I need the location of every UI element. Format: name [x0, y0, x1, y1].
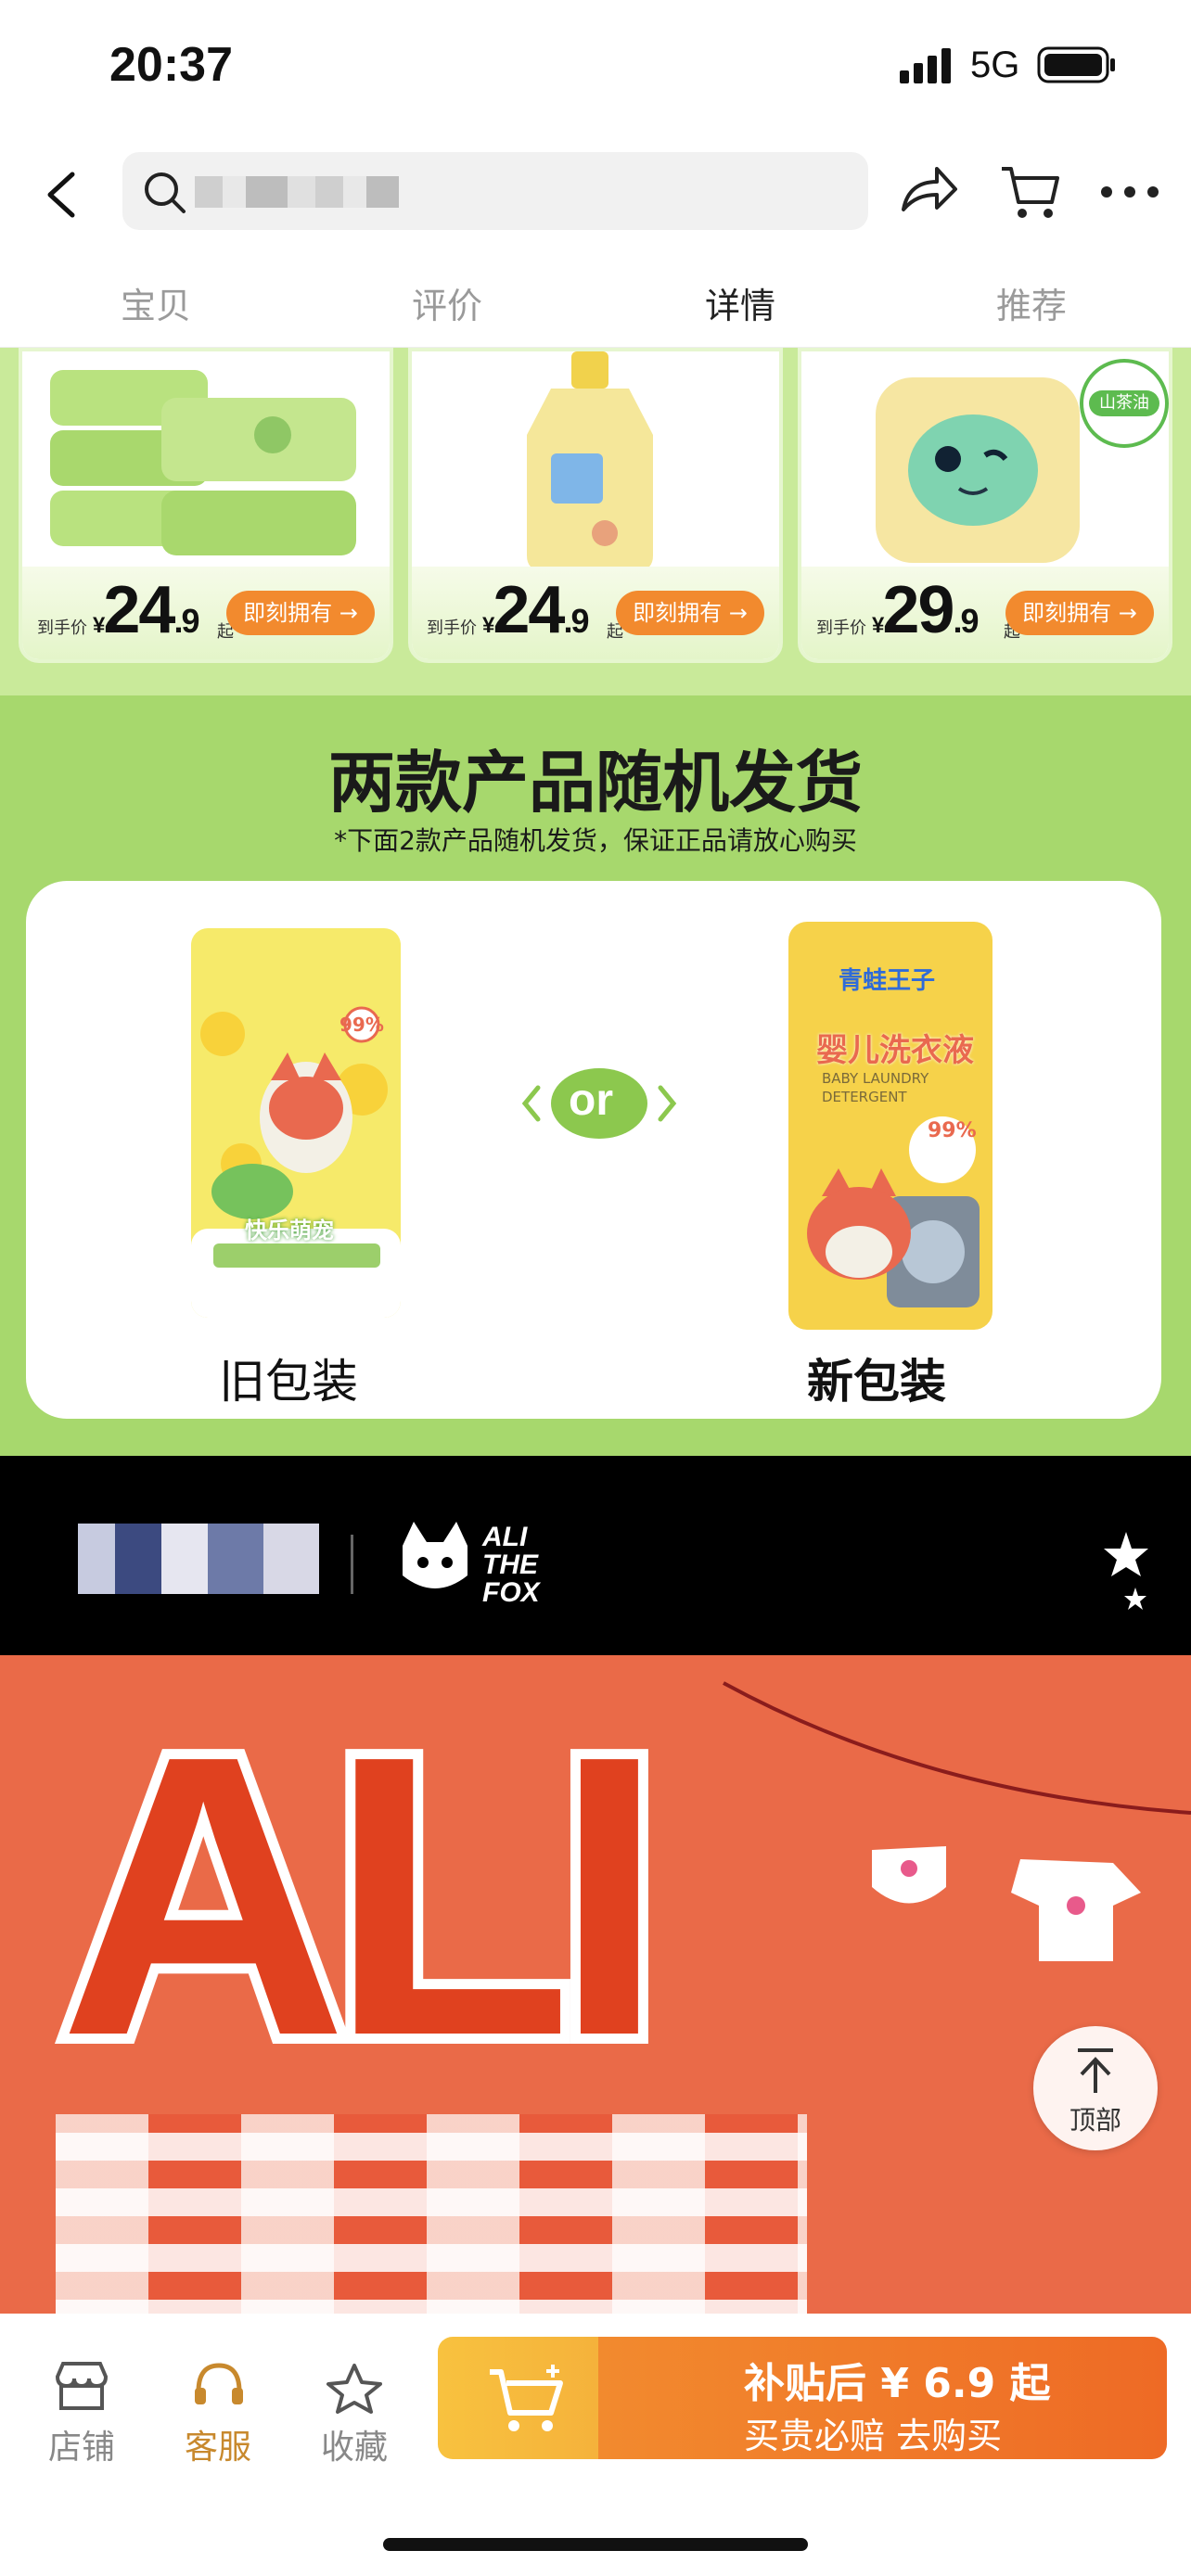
logo-line: FOX	[482, 1577, 540, 1608]
home-indicator	[383, 2538, 808, 2551]
logo-line: THE	[482, 1549, 538, 1580]
arrow-up-icon	[1078, 2048, 1113, 2093]
or-text: or	[569, 1076, 613, 1125]
new-pkg-brand: 青蛙王子	[839, 967, 936, 995]
card-price: ¥24.9	[482, 572, 589, 648]
customer-service-icon[interactable]	[189, 2360, 249, 2412]
badge-text: 山茶油	[1089, 390, 1159, 416]
promo-card[interactable]: 到手价 ¥24.9 起 即刻拥有 →	[19, 348, 393, 663]
banner-word: ALI	[49, 1664, 675, 2129]
status-time: 20:37	[109, 38, 233, 92]
detail-tabs: 宝贝 评价 详情 推荐	[0, 255, 1191, 348]
frog-soap-image	[876, 377, 1080, 563]
currency: ¥	[93, 613, 105, 638]
card-price: ¥29.9	[872, 572, 979, 648]
search-text	[195, 176, 399, 208]
price-dec: .9	[563, 602, 589, 640]
back-to-top-label: 顶部	[1069, 2105, 1121, 2136]
new-package-label: 新包装	[807, 1355, 946, 1409]
detergent-bottle-image	[527, 351, 653, 570]
old-package-image	[191, 928, 401, 1318]
percent-badge: 99%	[928, 1119, 977, 1142]
bottom-action-bar: 店铺 客服 收藏 补贴后 ¥ 6.9 起 买贵必赔 去购买	[0, 2314, 1191, 2576]
currency: ¥	[482, 613, 494, 638]
blurred-brand-logo	[78, 1524, 319, 1594]
price-int: 24	[103, 573, 175, 647]
fox-logo-icon	[403, 1522, 467, 1588]
search-icon	[145, 172, 186, 213]
old-percent-badge: 99%	[339, 1014, 384, 1036]
promo-card[interactable]: 到手价 ¥24.9 起 即刻拥有 →	[408, 348, 783, 663]
old-package-label: 旧包装	[219, 1355, 358, 1409]
battery-icon	[1037, 46, 1115, 83]
tab-item[interactable]: 宝贝	[121, 277, 191, 328]
section-subtitle: *下面2款产品随机发货，保证正品请放心购买	[334, 825, 857, 856]
logo-line: ALI	[482, 1522, 528, 1552]
back-icon[interactable]	[41, 167, 82, 223]
status-bar: 20:37 5G	[0, 0, 1191, 139]
wipes-image	[50, 370, 356, 555]
search-input[interactable]	[122, 152, 868, 230]
add-to-cart-icon[interactable]	[486, 2363, 570, 2437]
card-price: ¥24.9	[93, 572, 199, 648]
signal-icon	[900, 48, 951, 83]
top-nav-bar	[0, 139, 1191, 255]
price-int: 29	[882, 573, 954, 647]
blurred-banner-text	[56, 2114, 807, 2314]
promo-card[interactable]: 山茶油 到手价 ¥29.9 起 即刻拥有 →	[798, 348, 1172, 663]
tab-details[interactable]: 详情	[705, 277, 775, 328]
buy-now-button[interactable]: 即刻拥有 →	[1005, 591, 1154, 635]
back-to-top-button[interactable]: 顶部	[1033, 2026, 1158, 2150]
subsidy-price-text: 补贴后 ¥ 6.9 起	[744, 2360, 1051, 2407]
price-dec: .9	[173, 602, 199, 640]
price-label: 到手价	[427, 618, 477, 638]
favorite-label[interactable]: 收藏	[303, 2420, 405, 2468]
share-icon[interactable]	[898, 161, 961, 221]
detail-content: 到手价 ¥24.9 起 即刻拥有 → 到手价 ¥24.9 起 即刻拥有 → 山茶…	[0, 348, 1191, 2314]
price-int: 24	[493, 573, 565, 647]
price-label: 到手价	[37, 618, 87, 638]
price-dec: .9	[953, 602, 979, 640]
old-pkg-name: 快乐萌宠	[245, 1218, 334, 1243]
new-pkg-en: BABY LAUNDRY DETERGENT	[822, 1070, 929, 1105]
store-label[interactable]: 店铺	[31, 2420, 133, 2468]
currency: ¥	[872, 613, 884, 638]
buy-now-button[interactable]: 即刻拥有 →	[226, 591, 375, 635]
customer-service-label[interactable]: 客服	[167, 2420, 269, 2468]
buy-button[interactable]: 补贴后 ¥ 6.9 起 买贵必赔 去购买	[438, 2337, 1167, 2459]
buy-now-text: 买贵必赔 去购买	[744, 2416, 1003, 2456]
store-icon[interactable]	[52, 2360, 111, 2412]
star-decoration-icon	[1104, 1532, 1148, 1610]
tab-recommend[interactable]: 推荐	[996, 277, 1067, 328]
star-favorite-icon[interactable]	[325, 2362, 384, 2414]
new-pkg-name: 婴儿洗衣液	[816, 1032, 974, 1069]
cart-icon[interactable]	[998, 161, 1063, 221]
section-title: 两款产品随机发货	[327, 744, 863, 822]
network-type: 5G	[970, 45, 1020, 85]
brand-divider	[351, 1535, 353, 1594]
price-label: 到手价	[816, 618, 866, 638]
buy-now-button[interactable]: 即刻拥有 →	[616, 591, 764, 635]
oil-badge: 山茶油	[1080, 359, 1169, 448]
tab-reviews[interactable]: 评价	[412, 277, 482, 328]
ali-the-fox-logo: ALI THE FOX	[482, 1524, 540, 1607]
more-icon[interactable]	[1100, 185, 1159, 198]
